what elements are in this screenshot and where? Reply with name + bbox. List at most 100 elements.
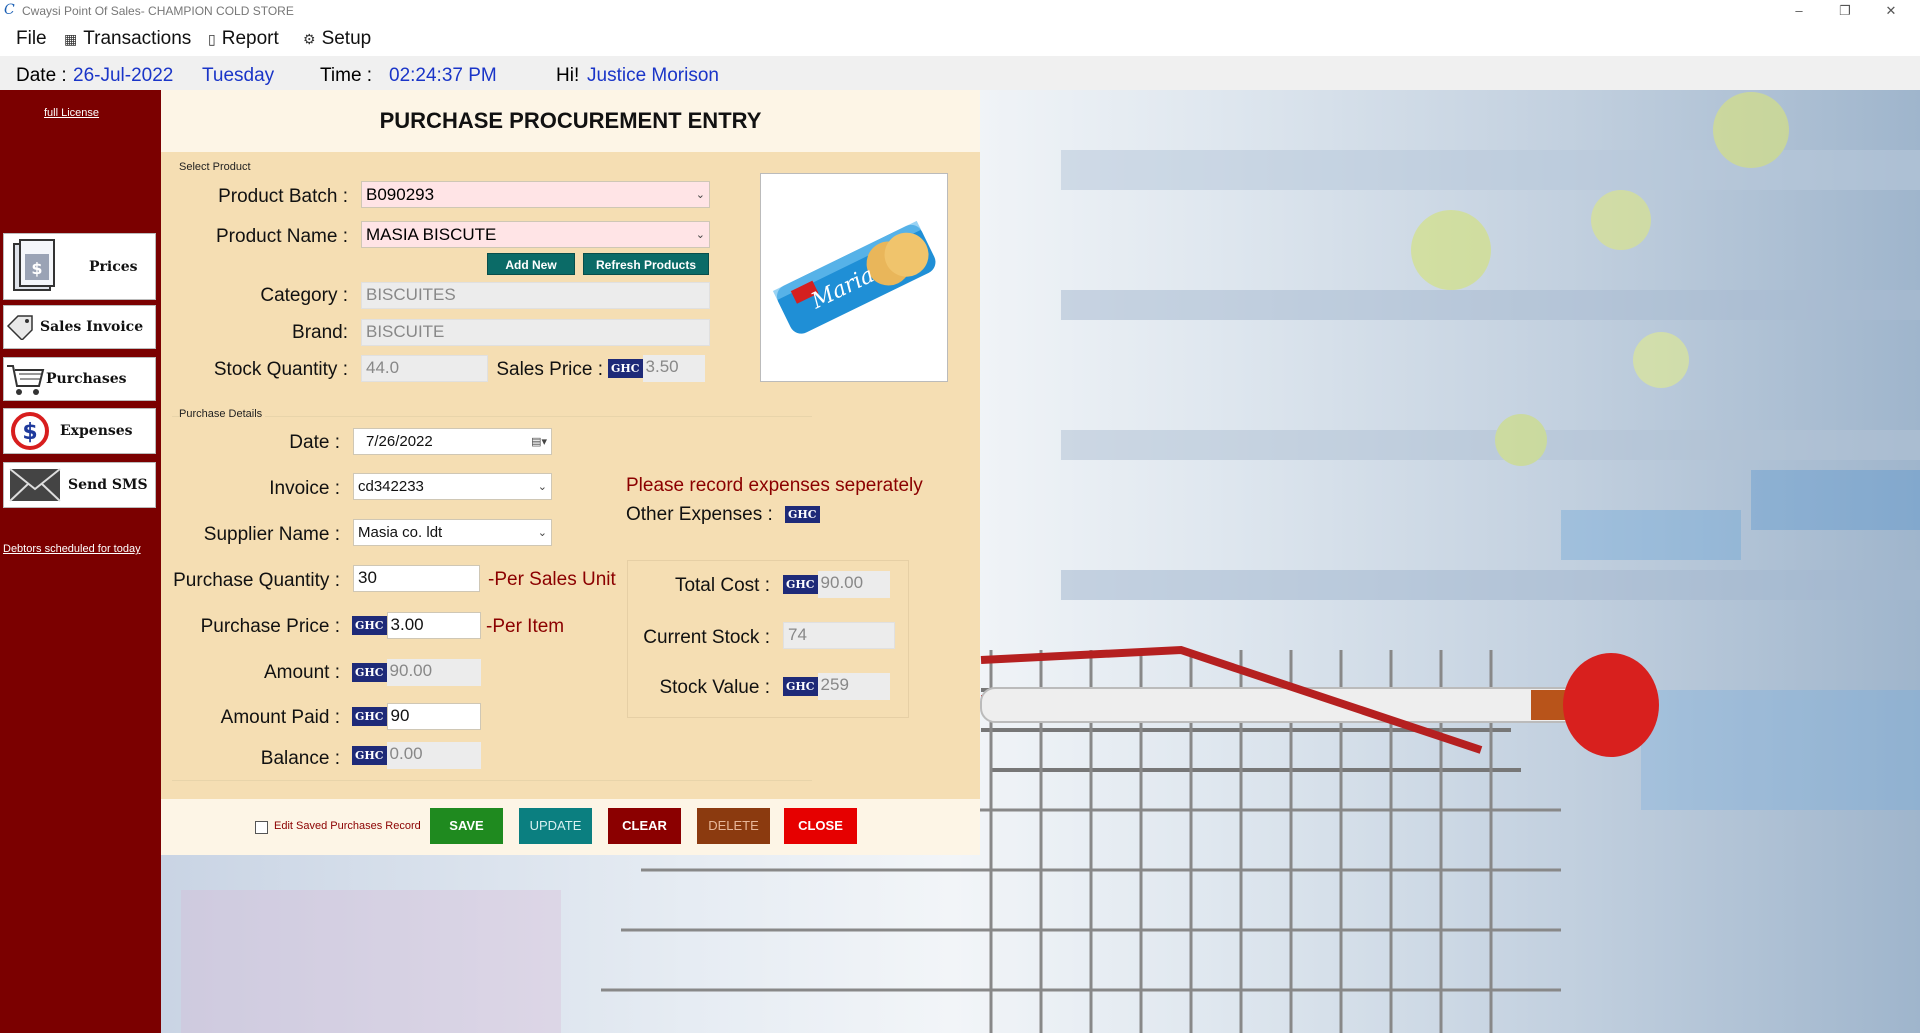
date-label: Date : xyxy=(16,65,67,86)
product-batch-select[interactable]: B090293 ⌄ xyxy=(361,181,710,208)
app-logo-icon: C xyxy=(4,2,15,18)
chevron-down-icon: ⌄ xyxy=(695,189,705,201)
brand-field: BISCUITE xyxy=(361,319,710,346)
category-label: Category : xyxy=(260,285,348,306)
svg-text:$: $ xyxy=(22,420,37,445)
supplier-select[interactable]: Masia co. ldt ⌄ xyxy=(353,519,552,546)
action-bar: Edit Saved Purchases Record SAVE UPDATE … xyxy=(161,799,980,855)
menu-bar: File ▦ Transactions ▯ Report ⚙ Setup xyxy=(0,22,1920,56)
brand-label: Brand: xyxy=(292,322,348,343)
chevron-down-icon: ⌄ xyxy=(537,527,547,539)
full-license-link[interactable]: full License xyxy=(44,107,99,119)
current-date: 26-Jul-2022 xyxy=(73,65,174,86)
invoice-label: Invoice : xyxy=(269,478,340,499)
currency-badge: GHC xyxy=(352,663,387,682)
product-batch-label: Product Batch : xyxy=(218,186,348,207)
product-name-label: Product Name : xyxy=(216,226,348,247)
title-bar: C Cwaysi Point Of Sales- CHAMPION COLD S… xyxy=(0,0,1920,22)
amount-field: GHC 90.00 xyxy=(352,659,481,686)
stock-value-label: Stock Value : xyxy=(659,677,770,698)
menu-report[interactable]: ▯ Report xyxy=(208,28,279,50)
section-divider xyxy=(172,780,812,781)
currency-badge: GHC xyxy=(352,746,387,765)
price-tag-icon: $ xyxy=(4,238,64,296)
menu-transactions[interactable]: ▦ Transactions xyxy=(64,28,191,50)
envelope-icon xyxy=(4,467,66,503)
minimize-button[interactable]: – xyxy=(1776,0,1822,22)
restore-button[interactable]: ❐ xyxy=(1822,0,1868,22)
total-cost-field: GHC 90.00 xyxy=(783,571,890,598)
stock-quantity-field: 44.0 xyxy=(361,355,488,382)
edit-saved-record-label: Edit Saved Purchases Record xyxy=(274,820,421,832)
per-sales-unit-note: -Per Sales Unit xyxy=(488,569,616,590)
current-day: Tuesday xyxy=(202,65,275,86)
supplier-name-label: Supplier Name : xyxy=(203,524,340,545)
expenses-button[interactable]: $ Expenses xyxy=(3,408,156,454)
add-new-button[interactable]: Add New xyxy=(487,253,575,275)
purchase-date-label: Date : xyxy=(289,432,340,453)
amount-label: Amount : xyxy=(263,662,340,683)
purchase-date-picker[interactable]: 7/26/2022 ▤▾ xyxy=(353,428,552,455)
menu-file[interactable]: File xyxy=(16,28,47,50)
chevron-down-icon: ⌄ xyxy=(695,229,705,241)
setup-gear-icon: ⚙ xyxy=(303,30,316,47)
expenses-note: Please record expenses seperately xyxy=(626,475,923,496)
transactions-icon: ▦ xyxy=(64,30,78,47)
refresh-products-button[interactable]: Refresh Products xyxy=(583,253,709,275)
purchase-quantity-label: Purchase Quantity : xyxy=(173,570,340,591)
category-field: BISCUITES xyxy=(361,282,710,309)
update-button[interactable]: UPDATE xyxy=(519,808,592,844)
time-label: Time : xyxy=(320,65,373,86)
amount-paid-input[interactable]: 90 xyxy=(386,703,481,730)
edit-saved-record-checkbox[interactable] xyxy=(255,821,268,834)
product-image: Maria xyxy=(760,173,948,382)
calendar-dropdown-icon: ▤▾ xyxy=(531,436,547,448)
user-name: Justice Morison xyxy=(587,65,719,86)
clear-button[interactable]: CLEAR xyxy=(608,808,681,844)
currency-badge: GHC xyxy=(783,575,818,594)
sidebar: full License $ Prices Sales Invoice Purc… xyxy=(0,90,161,1033)
stock-value-field: GHC 259 xyxy=(783,673,890,700)
currency-badge: GHC xyxy=(352,707,387,726)
delete-button[interactable]: DELETE xyxy=(697,808,770,844)
sales-tag-icon xyxy=(4,314,36,340)
debtors-scheduled-link[interactable]: Debtors scheduled for today xyxy=(3,543,141,555)
report-icon: ▯ xyxy=(208,30,216,47)
per-item-note: -Per Item xyxy=(486,616,565,637)
sales-price-label: Sales Price : xyxy=(496,359,603,380)
window-close-button[interactable]: ✕ xyxy=(1868,0,1914,22)
purchase-price-input[interactable]: 3.00 xyxy=(386,612,481,639)
invoice-select[interactable]: cd342233 ⌄ xyxy=(353,473,552,500)
product-name-select[interactable]: MASIA BISCUTE ⌄ xyxy=(361,221,710,248)
menu-setup[interactable]: ⚙ Setup xyxy=(303,28,371,50)
close-button[interactable]: CLOSE xyxy=(784,808,857,844)
current-time: 02:24:37 PM xyxy=(389,65,497,86)
balance-field: GHC 0.00 xyxy=(352,742,481,769)
section-divider xyxy=(172,416,812,417)
currency-badge: GHC xyxy=(783,677,818,696)
shopping-cart-icon xyxy=(4,362,46,396)
send-sms-button[interactable]: Send SMS xyxy=(3,462,156,508)
purchase-price-field[interactable]: GHC 3.00 xyxy=(352,612,481,639)
chevron-down-icon: ⌄ xyxy=(537,481,547,493)
select-product-section-label: Select Product xyxy=(179,161,251,173)
sales-invoice-button[interactable]: Sales Invoice xyxy=(3,305,156,349)
greeting: Hi! xyxy=(556,65,580,86)
purchase-quantity-input[interactable]: 30 xyxy=(353,565,480,592)
svg-text:$: $ xyxy=(31,259,42,278)
save-button[interactable]: SAVE xyxy=(430,808,503,844)
currency-badge: GHC xyxy=(352,616,387,635)
stock-quantity-label: Stock Quantity : xyxy=(213,359,348,380)
total-cost-label: Total Cost : xyxy=(674,575,770,596)
window-title: Cwaysi Point Of Sales- CHAMPION COLD STO… xyxy=(22,4,294,18)
prices-button[interactable]: $ Prices xyxy=(3,233,156,300)
amount-paid-field[interactable]: GHC 90 xyxy=(352,703,481,730)
dollar-circle-icon: $ xyxy=(4,411,56,451)
currency-badge: GHC xyxy=(608,359,643,378)
page-title: PURCHASE PROCUREMENT ENTRY xyxy=(161,90,980,152)
current-stock-field: 74 xyxy=(783,622,895,649)
current-stock-label: Current Stock : xyxy=(643,627,770,648)
purchase-details-section-label: Purchase Details xyxy=(179,408,266,420)
balance-label: Balance : xyxy=(260,748,340,769)
purchases-button[interactable]: Purchases xyxy=(3,357,156,401)
